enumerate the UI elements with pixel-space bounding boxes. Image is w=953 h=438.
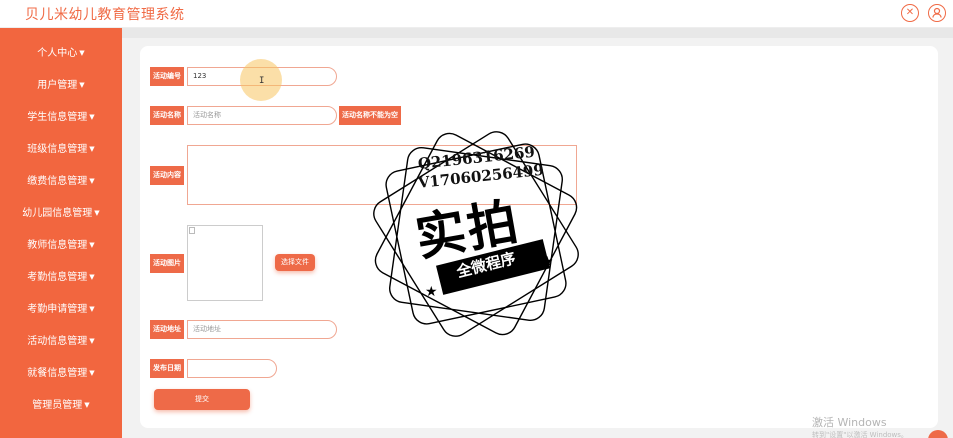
sidebar-item-label: 学生信息管理: [27, 112, 88, 123]
activity-address-input[interactable]: 活动地址: [187, 320, 337, 339]
content-top-strip: [122, 28, 953, 38]
sidebar-item-classes[interactable]: 班级信息管理 ▼: [0, 139, 122, 159]
activity-name-input[interactable]: 活动名称: [187, 106, 337, 125]
sidebar-item-label: 用户管理: [37, 80, 78, 91]
sidebar-item-label: 就餐信息管理: [27, 368, 88, 379]
sidebar: 个人中心 ▼ 用户管理 ▼ 学生信息管理 ▼ 班级信息管理 ▼ 缴费信息管理 ▼ 幼儿园信…: [0, 28, 122, 438]
activity-name-label: 活动名称: [150, 106, 184, 125]
floating-action-button[interactable]: [928, 430, 948, 438]
sidebar-item-students[interactable]: 学生信息管理 ▼: [0, 107, 122, 127]
chevron-down-icon: ▼: [84, 401, 90, 409]
chevron-down-icon: ▼: [89, 113, 95, 121]
windows-activation-subtitle: 转到"设置"以激活 Windows。: [812, 431, 908, 438]
app-title: 贝儿米幼儿教育管理系统: [25, 7, 185, 23]
text-cursor-icon: I: [259, 76, 265, 86]
chevron-down-icon: ▼: [89, 337, 95, 345]
chevron-down-icon: ▼: [89, 273, 95, 281]
sidebar-item-payments[interactable]: 缴费信息管理 ▼: [0, 171, 122, 191]
sidebar-item-label: 班级信息管理: [27, 144, 88, 155]
chevron-down-icon: ▼: [89, 145, 95, 153]
top-bar: 贝儿米幼儿教育管理系统 ✕: [0, 0, 953, 28]
chevron-down-icon: ▼: [89, 177, 95, 185]
chevron-down-icon: ▼: [79, 49, 85, 57]
chevron-down-icon: ▼: [94, 209, 100, 217]
sidebar-item-label: 幼儿园信息管理: [22, 208, 93, 219]
sidebar-item-personal-center[interactable]: 个人中心 ▼: [0, 43, 122, 63]
sidebar-item-meals[interactable]: 就餐信息管理 ▼: [0, 363, 122, 383]
sidebar-item-label: 考勤申请管理: [27, 304, 88, 315]
chevron-down-icon: ▼: [89, 369, 95, 377]
activity-no-label: 活动编号: [150, 67, 184, 86]
star-icon: ★: [425, 284, 438, 300]
fullscreen-icon[interactable]: ✕: [901, 4, 919, 22]
chevron-down-icon: ▼: [79, 81, 85, 89]
sidebar-item-admins[interactable]: 管理员管理 ▼: [0, 395, 122, 415]
activity-image-preview: [187, 225, 263, 301]
publish-date-label: 发布日期: [150, 359, 184, 378]
chevron-down-icon: ▼: [89, 305, 95, 313]
sidebar-item-label: 管理员管理: [32, 400, 83, 411]
sidebar-item-label: 缴费信息管理: [27, 176, 88, 187]
sidebar-item-label: 教师信息管理: [27, 240, 88, 251]
activity-address-label: 活动地址: [150, 320, 184, 339]
sidebar-item-attendance-requests[interactable]: 考勤申请管理 ▼: [0, 299, 122, 319]
user-icon[interactable]: [928, 4, 946, 22]
publish-date-input[interactable]: [187, 359, 277, 378]
choose-file-button[interactable]: 选择文件: [275, 254, 315, 271]
sidebar-item-attendance[interactable]: 考勤信息管理 ▼: [0, 267, 122, 287]
chevron-down-icon: ▼: [89, 241, 95, 249]
sidebar-item-label: 考勤信息管理: [27, 272, 88, 283]
sidebar-item-activities[interactable]: 活动信息管理 ▼: [0, 331, 122, 351]
submit-button[interactable]: 提交: [154, 389, 250, 410]
sidebar-item-teachers[interactable]: 教师信息管理 ▼: [0, 235, 122, 255]
windows-activation-title: 激活 Windows: [812, 416, 887, 429]
activity-image-label: 活动图片: [150, 254, 184, 273]
activity-content-label: 活动内容: [150, 166, 184, 185]
sidebar-item-users[interactable]: 用户管理 ▼: [0, 75, 122, 95]
star-icon: ★: [541, 254, 554, 270]
broken-image-icon: [189, 227, 195, 234]
sidebar-item-label: 个人中心: [37, 48, 78, 59]
sidebar-item-kindergarten[interactable]: 幼儿园信息管理 ▼: [0, 203, 122, 223]
sidebar-item-label: 活动信息管理: [27, 336, 88, 347]
activity-name-error: 活动名称不能为空: [339, 106, 401, 125]
